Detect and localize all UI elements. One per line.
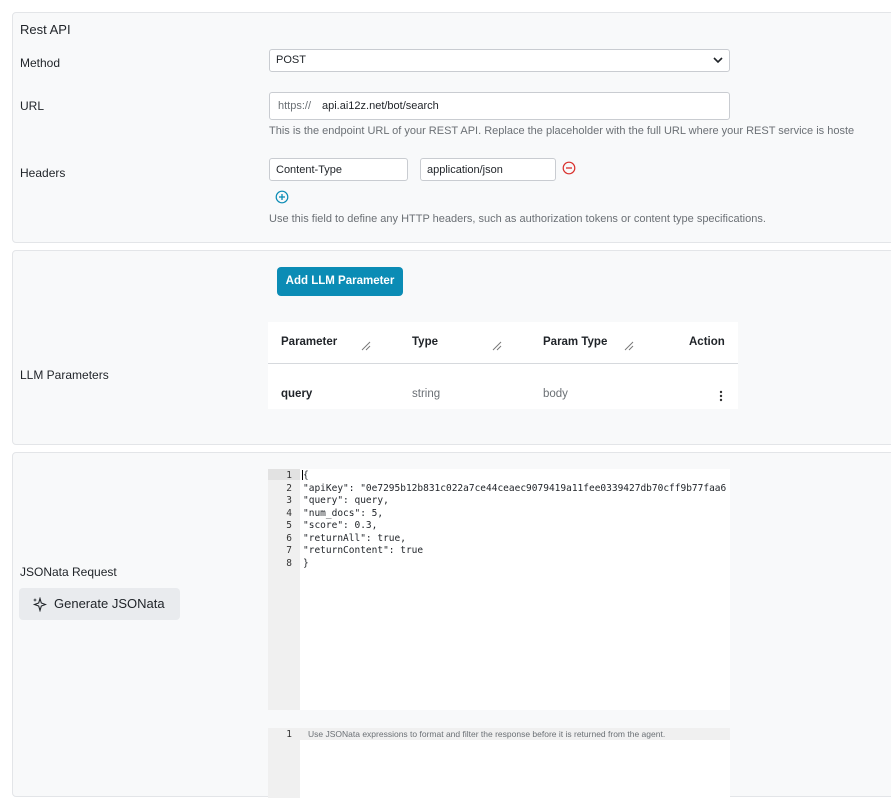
add-header-icon[interactable] [275, 190, 289, 204]
generate-jsonata-button[interactable]: Generate JSONata [19, 588, 180, 620]
code-line: "returnContent": true [303, 545, 424, 556]
line-number: 3 [286, 495, 292, 506]
row-parameter-cell: query [281, 388, 313, 400]
llm-parameters-table: Parameter Type Param Type Action query s… [268, 322, 738, 409]
jsonata-card: JSONata Request Generate JSONata 1 {2 "api… [12, 452, 891, 798]
header-key-input[interactable]: Content-Type [269, 158, 408, 181]
headers-label: Headers [20, 166, 66, 180]
header-value-input[interactable]: application/json [420, 158, 556, 181]
method-label: Method [20, 56, 61, 70]
column-header-parameter[interactable]: Parameter [281, 336, 337, 348]
chevron-down-icon [713, 57, 723, 64]
remove-header-icon[interactable] [562, 161, 576, 175]
url-help-text: This is the endpoint URL of your REST AP… [269, 125, 855, 137]
jsonata-request-label: JSONata Request [20, 565, 117, 579]
code-line: "returnAll": true, [303, 532, 406, 544]
row-type-cell: string [412, 388, 441, 400]
sparkle-icon [32, 597, 47, 612]
code-line: { [303, 470, 309, 481]
url-value: api.ai12z.net/bot/search [322, 100, 439, 112]
line-number: 1 [286, 729, 292, 740]
rest-api-card: Rest API Method POST URL https:// api.ai… [12, 12, 891, 243]
resize-handle-icon[interactable] [624, 341, 634, 351]
url-label: URL [20, 99, 45, 113]
code-line: "num_docs": 5, [303, 507, 384, 519]
table-header-divider [268, 363, 738, 364]
resize-handle-icon[interactable] [361, 341, 371, 351]
add-llm-parameter-button[interactable]: Add LLM Parameter [277, 267, 403, 296]
section-title: Rest API [20, 22, 71, 37]
line-number: 5 [286, 520, 292, 531]
llm-parameters-label: LLM Parameters [20, 368, 109, 382]
method-value: POST [276, 54, 306, 66]
line-number: 4 [286, 507, 292, 519]
code-line: "score": 0.3, [303, 520, 378, 531]
jsonata-request-editor[interactable]: 1 {2 "apiKey": "0e7295b12b831c022a7ce44cea… [268, 469, 730, 710]
url-prefix: https:// [278, 100, 312, 112]
generate-jsonata-label: Generate JSONata [54, 596, 165, 611]
code-line: } [303, 557, 309, 569]
code-line: "apiKey": "0e7295b12b831c022a7ce44ceaec9… [303, 482, 727, 494]
column-header-param-type[interactable]: Param Type [543, 336, 607, 348]
url-input[interactable]: https:// api.ai12z.net/bot/search [269, 92, 730, 120]
line-number: 7 [286, 545, 292, 556]
llm-parameters-card: LLM Parameters Add LLM Parameter Paramet… [12, 250, 891, 445]
code-line: "query": query, [303, 495, 389, 506]
row-param-type-cell: body [543, 388, 568, 400]
text-cursor [302, 470, 303, 480]
more-vertical-icon[interactable] [718, 389, 724, 403]
response-placeholder: Use JSONata expressions to format and fi… [308, 729, 666, 739]
line-number: 6 [286, 532, 292, 544]
column-header-action: Action [689, 336, 725, 348]
resize-handle-icon[interactable] [492, 341, 502, 351]
line-number: 8 [286, 557, 292, 569]
line-number: 1 [286, 470, 292, 481]
method-select[interactable]: POST [269, 49, 730, 72]
column-header-type[interactable]: Type [412, 336, 438, 348]
headers-help-text: Use this field to define any HTTP header… [269, 213, 766, 225]
line-number: 2 [286, 482, 292, 494]
